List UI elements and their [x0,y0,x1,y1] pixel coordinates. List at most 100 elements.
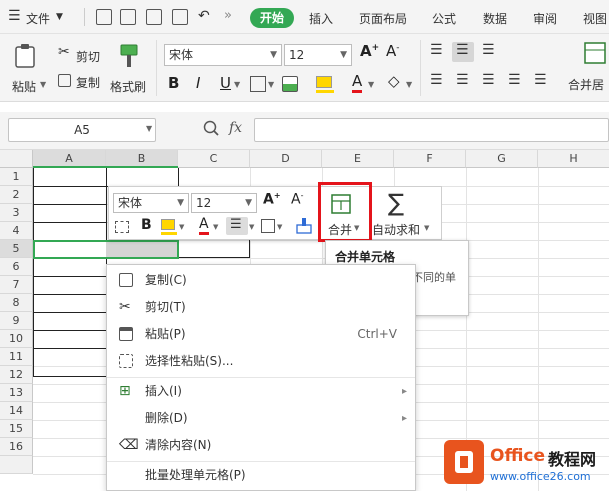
col-header-c[interactable]: C [178,150,250,168]
hamburger-icon[interactable]: ☰ [8,8,21,24]
format-painter-button[interactable]: 格式刷 [110,78,146,95]
align-center-icon[interactable]: ☰ [456,72,469,88]
merge-center-button[interactable]: 合并居 [568,76,604,93]
file-menu[interactable]: 文件 [26,10,50,27]
menu-item-delete[interactable]: 删除(D) ▸ [107,405,415,432]
chevron-down-icon[interactable]: ▼ [249,223,254,231]
row-header-2[interactable]: 2 [0,186,33,204]
tab-data[interactable]: 数据 [483,10,507,27]
mini-font-size-select[interactable]: 12 ▼ [191,193,257,213]
align-top-icon[interactable]: ☰ [430,42,443,58]
export-icon[interactable] [120,9,136,25]
format-painter-icon[interactable] [118,44,140,68]
col-header-h[interactable]: H [538,150,609,168]
chevron-down-icon[interactable]: ▼ [406,80,412,89]
paste-button[interactable]: 粘贴 [12,78,36,95]
autosum-button[interactable]: 自动求和 [372,221,420,238]
mini-font-name-select[interactable]: 宋体 ▼ [113,193,189,213]
row-header-12[interactable]: 12 [0,366,33,384]
chevron-down-icon[interactable]: ▼ [234,80,240,89]
chevron-down-icon[interactable]: ▼ [268,80,274,89]
row-header-11[interactable]: 11 [0,348,33,366]
row-header-15[interactable]: 15 [0,420,33,438]
menu-item-clear-contents[interactable]: ⌫ 清除内容(N) [107,432,415,459]
row-header-6[interactable]: 6 [0,258,33,276]
menu-item-paste-special[interactable]: 选择性粘贴(S)... [107,348,415,375]
fill-color-icon[interactable] [316,76,332,88]
col-header-e[interactable]: E [322,150,394,168]
increase-font-icon[interactable]: A+ [263,191,281,208]
tab-insert[interactable]: 插入 [309,10,333,27]
eraser-icon[interactable]: ◇ [388,72,400,90]
align-left-icon[interactable]: ☰ [430,72,443,88]
menu-item-paste[interactable]: 粘贴(P) Ctrl+V [107,321,415,348]
row-header-4[interactable]: 4 [0,222,33,240]
col-header-f[interactable]: F [394,150,466,168]
chevron-down-icon[interactable]: ▼ [213,223,218,231]
cell-selection-a5-b5[interactable] [33,240,179,259]
undo-icon[interactable]: ↶ [198,8,210,24]
row-header-13[interactable]: 13 [0,384,33,402]
font-name-select[interactable]: 宋体 ▼ [164,44,282,66]
col-header-d[interactable]: D [250,150,322,168]
underline-button[interactable]: U [220,74,231,92]
bold-button[interactable]: B [168,74,179,92]
print-icon[interactable] [146,9,162,25]
align-bottom-icon[interactable]: ☰ [482,42,495,58]
align-right-icon[interactable]: ☰ [482,72,495,88]
distributed-icon[interactable]: ☰ [534,72,547,88]
mini-bold-button[interactable]: B [141,217,152,233]
row-header-16[interactable]: 16 [0,438,33,456]
tab-view[interactable]: 视图 [583,10,607,27]
autosum-icon[interactable]: ∑ [388,189,404,217]
chevron-down-icon[interactable]: ▼ [424,224,429,232]
mini-borders-icon[interactable] [261,219,275,233]
row-header-10[interactable]: 10 [0,330,33,348]
increase-font-icon[interactable]: A+ [360,42,379,60]
justify-icon[interactable]: ☰ [508,72,521,88]
print-preview-icon[interactable] [172,9,188,25]
merge-center-icon[interactable] [584,42,606,66]
wrap-text-icon[interactable] [115,221,129,233]
tab-formulas[interactable]: 公式 [432,10,456,27]
menu-item-cut[interactable]: ✂ 剪切(T) [107,294,415,321]
menu-item-batch-process[interactable]: 批量处理单元格(P) [107,462,415,489]
tab-home[interactable]: 开始 [250,8,294,28]
font-color-button[interactable]: A [352,72,363,93]
tab-page-layout[interactable]: 页面布局 [359,10,407,27]
decrease-font-icon[interactable]: A- [291,191,303,208]
mini-fill-color-icon[interactable] [161,219,175,230]
row-header-7[interactable]: 7 [0,276,33,294]
row-header-9[interactable]: 9 [0,312,33,330]
row-header-1[interactable]: 1 [0,168,33,186]
copy-button[interactable]: 复制 [76,74,100,91]
mini-font-color-button[interactable]: A [199,216,209,235]
tab-review[interactable]: 审阅 [533,10,557,27]
chevron-down-icon[interactable]: ▼ [56,12,63,22]
cut-button[interactable]: 剪切 [76,48,100,65]
menu-item-copy[interactable]: 复制(C) [107,267,415,294]
save-icon[interactable] [96,9,112,25]
chevron-down-icon[interactable]: ▼ [40,80,46,89]
borders-icon[interactable] [250,76,266,92]
chevron-down-icon[interactable]: ▼ [368,80,374,89]
col-header-g[interactable]: G [466,150,538,168]
row-header-5[interactable]: 5 [0,240,33,258]
cell-style-icon[interactable] [282,76,298,92]
formula-input[interactable] [254,118,609,142]
mini-format-painter-icon[interactable] [295,217,313,235]
paste-icon[interactable] [14,44,36,68]
font-size-select[interactable]: 12 ▼ [284,44,352,66]
row-header-17[interactable] [0,456,33,474]
row-header-3[interactable]: 3 [0,204,33,222]
chevron-down-icon[interactable]: ▼ [146,124,152,133]
italic-button[interactable]: I [196,74,200,92]
menu-item-insert[interactable]: ⊞ 插入(I) ▸ [107,378,415,405]
name-box[interactable]: A5 [8,118,156,142]
row-header-8[interactable]: 8 [0,294,33,312]
chevron-down-icon[interactable]: ▼ [277,223,282,231]
chevron-down-icon[interactable]: ▼ [179,223,184,231]
row-header-14[interactable]: 14 [0,402,33,420]
more-icon[interactable]: » [224,8,232,23]
zoom-icon[interactable] [203,120,219,138]
